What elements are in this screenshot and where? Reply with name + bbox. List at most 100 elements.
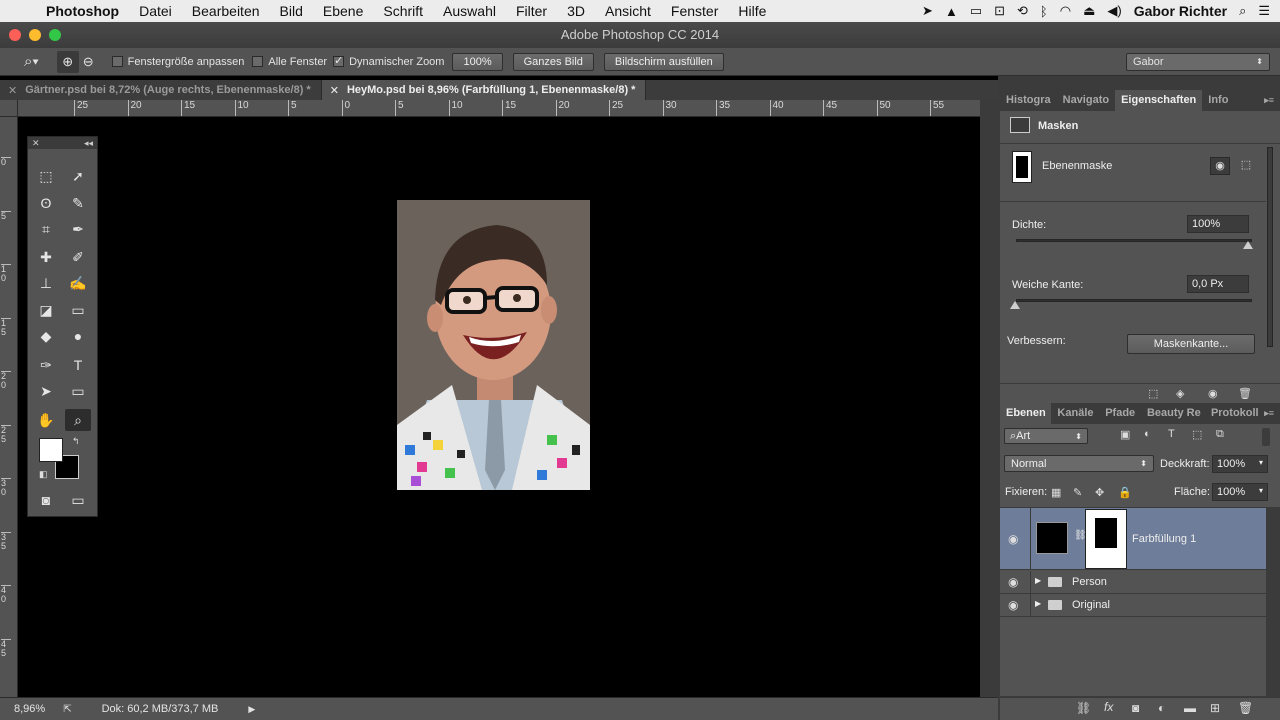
tab-histogram[interactable]: Histogra — [1000, 90, 1057, 111]
horizontal-ruler[interactable]: 252015105051015202530354045505560 — [18, 100, 980, 117]
density-slider-track[interactable] — [1016, 239, 1252, 242]
delete-layer-icon[interactable]: 🗑 — [1238, 701, 1253, 715]
blend-mode-select[interactable]: Normal ⬍ — [1004, 455, 1154, 472]
tab-beauty-retouch[interactable]: Beauty Re — [1141, 403, 1205, 424]
tab-properties[interactable]: Eigenschaften — [1115, 90, 1203, 111]
panel-menu-icon[interactable]: ▸≡ — [1264, 95, 1274, 106]
vertical-scrollbar[interactable] — [980, 100, 998, 697]
notification-center-icon[interactable]: ☰ — [1258, 3, 1270, 19]
scrubby-zoom-checkbox[interactable]: Dynamischer Zoom — [333, 54, 444, 68]
fill-input[interactable]: 100% ▾ — [1212, 483, 1268, 501]
lasso-tool-icon[interactable]: ʘ — [33, 192, 59, 214]
hat-icon[interactable]: ▲ — [945, 4, 958, 19]
fit-screen-button[interactable]: Ganzes Bild — [512, 52, 594, 71]
link-icon[interactable]: ⛓ — [1074, 530, 1087, 541]
filter-toggle[interactable] — [1262, 428, 1270, 446]
tools-panel-header[interactable]: ✕ ◂◂ — [28, 137, 97, 149]
menu-app[interactable]: Photoshop — [42, 3, 129, 19]
feather-slider-thumb[interactable] — [1010, 301, 1020, 309]
tab-history[interactable]: Protokoll — [1205, 403, 1264, 424]
zoom-100-button[interactable]: 100% — [452, 52, 503, 71]
zoom-tool-icon[interactable]: ⌕ — [65, 409, 91, 431]
eyedropper-tool-icon[interactable]: ✒ — [65, 218, 91, 240]
tab-layers[interactable]: Ebenen — [1000, 403, 1052, 424]
menu-fenster[interactable]: Fenster — [661, 3, 728, 19]
user-name[interactable]: Gabor Richter — [1134, 3, 1227, 19]
disable-mask-icon[interactable]: ◉ — [1208, 387, 1218, 400]
tab-info[interactable]: Info — [1202, 90, 1234, 111]
panel-menu-icon[interactable]: ▸≡ — [1264, 408, 1274, 419]
vector-mask-icon[interactable]: ⬚ — [1236, 157, 1256, 175]
filter-smart-object-icon[interactable]: ⧉ — [1216, 428, 1224, 441]
filter-shape-icon[interactable]: ⬚ — [1192, 428, 1202, 441]
document-image[interactable] — [397, 200, 590, 490]
vertical-ruler[interactable]: 0 5 1 0 1 5 2 0 2 5 3 0 3 5 4 0 4 5 — [0, 117, 18, 697]
healing-brush-tool-icon[interactable]: ✚ — [33, 246, 59, 268]
bluetooth-icon[interactable]: ᛒ — [1040, 4, 1048, 19]
lock-image-pixels-icon[interactable]: ✎ — [1073, 486, 1082, 499]
display-icon[interactable]: ▭ — [970, 3, 982, 19]
blur-tool-icon[interactable]: ◆ — [33, 325, 59, 347]
type-tool-icon[interactable]: T — [65, 354, 91, 376]
rectangle-tool-icon[interactable]: ▭ — [65, 380, 91, 402]
eye-icon[interactable]: ◉ — [1008, 575, 1018, 589]
wifi-icon[interactable]: ◠ — [1060, 3, 1071, 19]
new-layer-icon[interactable]: ⊞ — [1210, 701, 1220, 715]
filter-adjustment-icon[interactable]: ◐ — [1144, 428, 1151, 440]
resize-windows-checkbox[interactable]: Fenstergröße anpassen — [111, 56, 244, 68]
share-icon[interactable]: ⇱ — [63, 704, 71, 715]
marquee-tool-icon[interactable]: ⬚ — [33, 165, 59, 187]
quick-mask-icon[interactable]: ◙ — [33, 489, 59, 511]
zoom-window-button[interactable] — [49, 29, 61, 41]
gradient-tool-icon[interactable]: ▭ — [65, 299, 91, 321]
filter-type-icon[interactable]: T — [1168, 428, 1175, 440]
eye-icon[interactable]: ◉ — [1008, 532, 1018, 546]
lock-position-icon[interactable]: ✥ — [1095, 486, 1104, 499]
feather-slider-track[interactable] — [1016, 299, 1252, 302]
adjustment-layer-icon[interactable]: ◐ — [1158, 701, 1165, 715]
layer-style-fx-icon[interactable]: fx — [1104, 700, 1113, 714]
zoom-level[interactable]: 8,96% — [14, 703, 45, 715]
close-tab-icon[interactable]: ✕ — [330, 84, 339, 97]
density-slider-thumb[interactable] — [1243, 241, 1253, 249]
mask-edge-button[interactable]: Maskenkante... — [1127, 334, 1255, 354]
clone-stamp-tool-icon[interactable]: ⊥ — [33, 272, 59, 294]
chevron-down-icon[interactable]: ▾ — [1259, 486, 1263, 498]
expand-arrow-icon[interactable]: ▶ — [1035, 599, 1041, 608]
lock-all-icon[interactable]: 🔒 — [1118, 486, 1132, 499]
tab-paths[interactable]: Pfade — [1099, 403, 1141, 424]
volume-icon[interactable]: ◀) — [1107, 3, 1121, 19]
scrubby-zoom-check-icon[interactable] — [333, 54, 345, 68]
collapse-panel-icon[interactable]: ◂◂ — [84, 137, 93, 149]
brush-tool-icon[interactable]: ✐ — [65, 246, 91, 268]
menu-ansicht[interactable]: Ansicht — [595, 3, 661, 19]
layer-row-farbfuellung[interactable]: ◉ ⛓ Farbfüllung 1 — [1000, 508, 1266, 570]
crop-tool-icon[interactable]: ⌗ — [33, 218, 59, 240]
all-windows-check-icon[interactable] — [252, 56, 264, 68]
menu-auswahl[interactable]: Auswahl — [433, 3, 506, 19]
apply-mask-icon[interactable]: ◈ — [1176, 387, 1184, 400]
zoom-out-icon[interactable]: ⊖ — [83, 54, 94, 70]
ruler-corner[interactable] — [0, 100, 18, 117]
all-windows-checkbox[interactable]: Alle Fenster — [252, 56, 327, 68]
zoom-tool-preset-icon[interactable]: ⌕▾ — [24, 53, 39, 70]
lock-transparent-pixels-icon[interactable]: ▦ — [1051, 486, 1061, 499]
zoom-in-icon[interactable]: ⊕ — [56, 50, 79, 73]
menu-bild[interactable]: Bild — [270, 3, 313, 19]
eraser-tool-icon[interactable]: ◪ — [33, 299, 59, 321]
path-selection-tool-icon[interactable]: ➤ — [33, 380, 59, 402]
tab-gaertner[interactable]: ✕ Gärtner.psd bei 8,72% (Auge rechts, Eb… — [0, 80, 322, 100]
menu-schrift[interactable]: Schrift — [373, 3, 433, 19]
tab-heymo[interactable]: ✕ HeyMo.psd bei 8,96% (Farbfüllung 1, Eb… — [321, 80, 647, 100]
history-brush-tool-icon[interactable]: ✍ — [65, 272, 91, 294]
menu-hilfe[interactable]: Hilfe — [728, 3, 776, 19]
delete-mask-icon[interactable]: 🗑 — [1238, 387, 1252, 400]
hand-tool-icon[interactable]: ✋ — [33, 409, 59, 431]
layer-row-original[interactable]: ◉ ▶ Original — [1000, 594, 1266, 617]
menu-bearbeiten[interactable]: Bearbeiten — [182, 3, 270, 19]
menu-filter[interactable]: Filter — [506, 3, 557, 19]
airplay-icon[interactable]: ⊡ — [994, 3, 1005, 19]
tab-channels[interactable]: Kanäle — [1051, 403, 1099, 424]
opacity-input[interactable]: 100% ▾ — [1212, 455, 1268, 473]
menu-3d[interactable]: 3D — [557, 3, 595, 19]
